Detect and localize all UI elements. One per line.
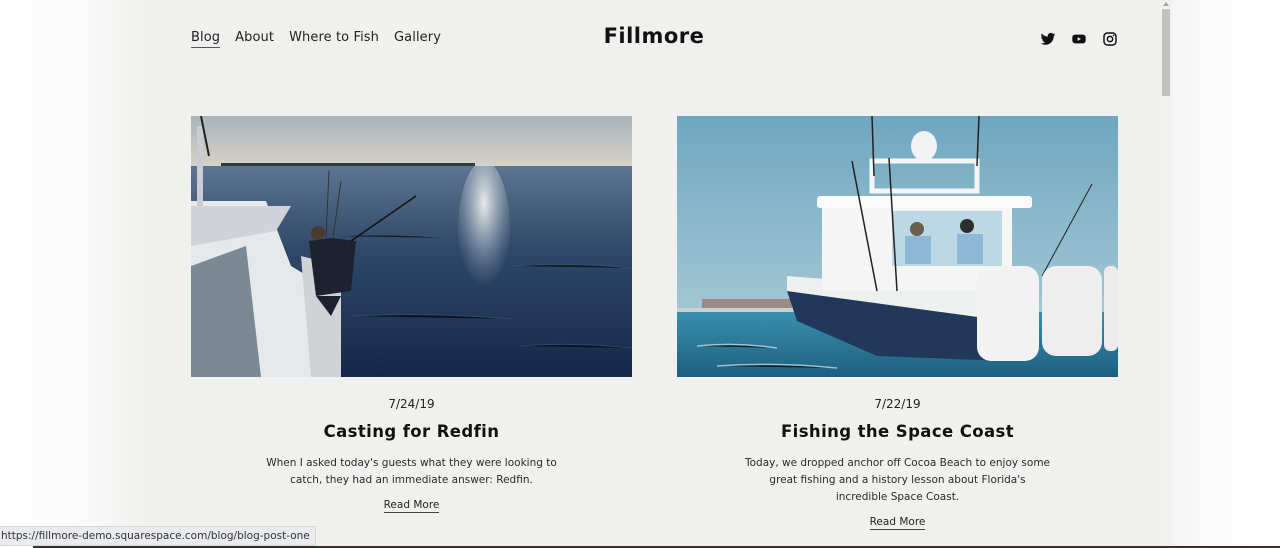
read-more-link[interactable]: Read More [383,499,440,513]
instagram-icon[interactable] [1102,31,1118,47]
post-excerpt: Today, we dropped anchor off Cocoa Beach… [744,457,1051,503]
blog-post-card: 7/24/19 Casting for Redfin When I asked … [191,116,632,513]
post-title[interactable]: Fishing the Space Coast [677,422,1118,441]
post-excerpt: When I asked today's guests what they we… [266,457,557,486]
page-content: Blog About Where to Fish Gallery Fillmor… [148,0,1160,548]
social-links [1040,31,1118,47]
post-image [191,116,632,377]
post-title[interactable]: Casting for Redfin [191,422,632,441]
post-date: 7/24/19 [388,397,435,411]
post-date: 7/22/19 [874,397,921,411]
scrollbar-thumb[interactable] [1162,9,1170,96]
post-image [677,116,1118,377]
background-right [1172,0,1280,548]
site-title[interactable]: Fillmore [148,24,1160,48]
post-image-link[interactable] [677,116,1118,377]
youtube-icon[interactable] [1071,31,1087,47]
scroll-up-arrow-icon[interactable] [1163,2,1169,6]
background-left [0,0,148,548]
vertical-scrollbar[interactable] [1160,0,1172,548]
twitter-icon[interactable] [1040,31,1056,47]
blog-post-card: 7/22/19 Fishing the Space Coast Today, w… [677,116,1118,530]
status-bar-url: https://fillmore-demo.squarespace.com/bl… [0,526,316,546]
post-image-link[interactable] [191,116,632,377]
read-more-link[interactable]: Read More [869,516,926,530]
